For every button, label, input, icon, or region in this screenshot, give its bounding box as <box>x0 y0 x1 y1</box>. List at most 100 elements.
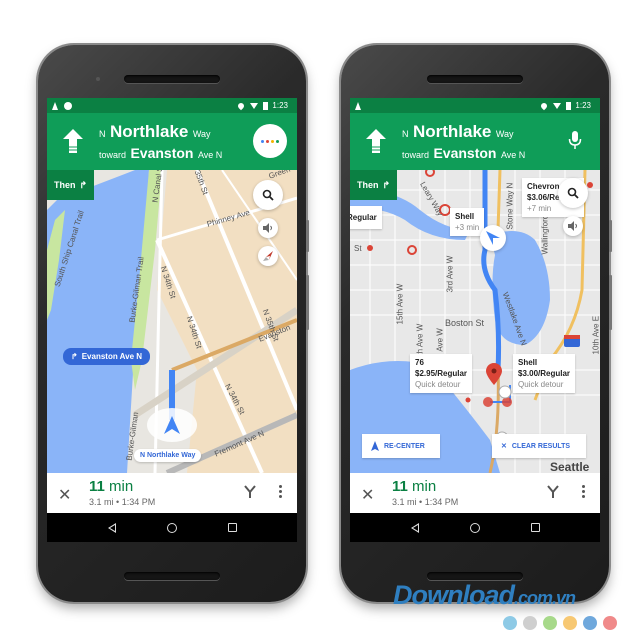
back-button[interactable] <box>410 522 419 533</box>
location-puck <box>480 225 506 251</box>
compass-icon <box>263 251 273 261</box>
nav-header: N Northlake Way toward Evanston Ave N <box>350 113 600 170</box>
battery-icon <box>263 101 269 110</box>
battery-icon <box>566 101 572 110</box>
recents-button[interactable] <box>530 523 540 532</box>
assistant-dot-icon <box>266 139 269 143</box>
status-bar: 1:23 <box>47 98 297 113</box>
then-turn-indicator: Then ↱ <box>350 170 397 200</box>
nav-header: N Northlake Way toward Evanston Ave N <box>47 113 297 170</box>
map-label: Seattle <box>550 460 590 474</box>
result-dot <box>465 397 471 403</box>
result-card[interactable]: Regular <box>350 206 382 229</box>
clear-results-button[interactable]: ✕ CLEAR RESULTS <box>492 434 586 458</box>
home-button[interactable] <box>166 522 177 533</box>
sound-button[interactable] <box>258 218 278 238</box>
eta: 11 min <box>89 478 134 495</box>
more-options-button[interactable] <box>279 485 282 498</box>
gas-station-marker <box>483 397 493 407</box>
status-time: 1:23 <box>575 101 591 110</box>
map-label: 10th Ave E <box>591 315 601 355</box>
android-nav-bar <box>47 513 297 542</box>
power-button <box>306 220 309 252</box>
map[interactable]: N Canal St 35th St Phinney Ave South Shi… <box>47 164 297 473</box>
android-nav-bar <box>350 513 600 542</box>
close-navigation-button[interactable]: ✕ <box>58 485 71 505</box>
search-button[interactable] <box>558 178 588 208</box>
microphone-button[interactable] <box>568 131 582 151</box>
recents-button[interactable] <box>227 523 237 532</box>
result-dot <box>367 245 373 251</box>
bottom-speaker <box>427 572 523 580</box>
watermark-dot <box>583 616 597 630</box>
next-turn-bubble: ↱ Evanston Ave N <box>63 348 151 365</box>
result-card[interactable]: Shell $3.00/Regular Quick detour <box>513 354 576 393</box>
trip-summary-bar: ✕ 11 min 3.1 mi • 1:34 PM <box>47 473 297 513</box>
wifi-icon <box>250 102 259 109</box>
map-label: Boston St <box>445 318 485 328</box>
location-icon <box>540 101 549 110</box>
straight-arrow-icon <box>366 129 386 153</box>
watermark-logo: Download.com.vn <box>393 580 576 610</box>
then-turn-indicator: Then ↱ <box>47 170 94 200</box>
search-button[interactable] <box>253 180 283 210</box>
map-label: Wallingford <box>540 214 550 255</box>
navigation-arrow-icon <box>371 441 379 451</box>
status-bar: 1:23 <box>350 98 600 113</box>
navigation-status-icon <box>52 101 58 110</box>
alternate-routes-button[interactable] <box>243 485 257 499</box>
map-label: 15th Ave W <box>395 283 405 325</box>
trip-info: 3.1 mi • 1:34 PM <box>89 497 156 507</box>
wifi-icon <box>553 102 562 109</box>
bottom-speaker <box>124 572 220 580</box>
watermark-dots <box>503 616 617 630</box>
recenter-button[interactable]: RE-CENTER <box>362 434 440 458</box>
compass-button[interactable] <box>258 246 278 266</box>
screen: Leary Way Stone Way N Wallingford 15th A… <box>350 98 600 542</box>
current-street-label: N Northlake Way <box>134 449 202 462</box>
result-card[interactable]: 76 $2.95/Regular Quick detour <box>410 354 473 393</box>
toward-road: toward Evanston Ave N <box>402 145 526 161</box>
screen: N Canal St 35th St Phinney Ave South Shi… <box>47 98 297 542</box>
search-icon <box>567 187 579 199</box>
status-time: 1:23 <box>272 101 288 110</box>
selected-pin-icon <box>486 363 502 385</box>
close-icon: ✕ <box>501 443 507 450</box>
toward-road: toward Evanston Ave N <box>99 145 223 161</box>
turn-right-icon: ↱ <box>382 179 391 190</box>
front-camera <box>96 77 100 81</box>
home-button[interactable] <box>469 522 480 533</box>
watermark-dot <box>543 616 557 630</box>
trip-info: 3.1 mi • 1:34 PM <box>392 497 459 507</box>
assistant-dot-icon <box>271 139 274 143</box>
volume-icon <box>568 221 577 231</box>
result-card[interactable]: Shell +3 min <box>450 208 485 236</box>
straight-arrow-icon <box>63 129 83 153</box>
map-label: Stone Way N <box>505 182 515 230</box>
assistant-dot-icon <box>261 139 264 143</box>
watermark-dot <box>563 616 577 630</box>
result-dot <box>587 182 593 188</box>
assistant-dot-icon <box>276 139 279 143</box>
back-button[interactable] <box>107 522 116 533</box>
alternate-routes-button[interactable] <box>546 485 560 499</box>
volume-button <box>609 275 612 330</box>
watermark-dot <box>603 616 617 630</box>
map[interactable]: Leary Way Stone Way N Wallingford 15th A… <box>350 170 601 474</box>
current-road: N Northlake Way <box>99 122 211 141</box>
current-road: N Northlake Way <box>402 122 514 141</box>
turn-right-icon: ↱ <box>71 352 78 361</box>
watermark-dot <box>523 616 537 630</box>
turn-right-icon: ↱ <box>79 179 88 190</box>
top-speaker <box>124 75 220 83</box>
google-assistant-button[interactable] <box>253 124 287 158</box>
navigation-arrow-icon <box>164 416 180 434</box>
close-navigation-button[interactable]: ✕ <box>361 485 374 505</box>
location-puck <box>147 408 197 442</box>
search-icon <box>262 189 274 201</box>
navigation-arrow-icon <box>486 231 500 245</box>
watermark-dot <box>503 616 517 630</box>
sound-button[interactable] <box>563 216 583 236</box>
more-options-button[interactable] <box>582 485 585 498</box>
eta: 11 min <box>392 478 437 495</box>
